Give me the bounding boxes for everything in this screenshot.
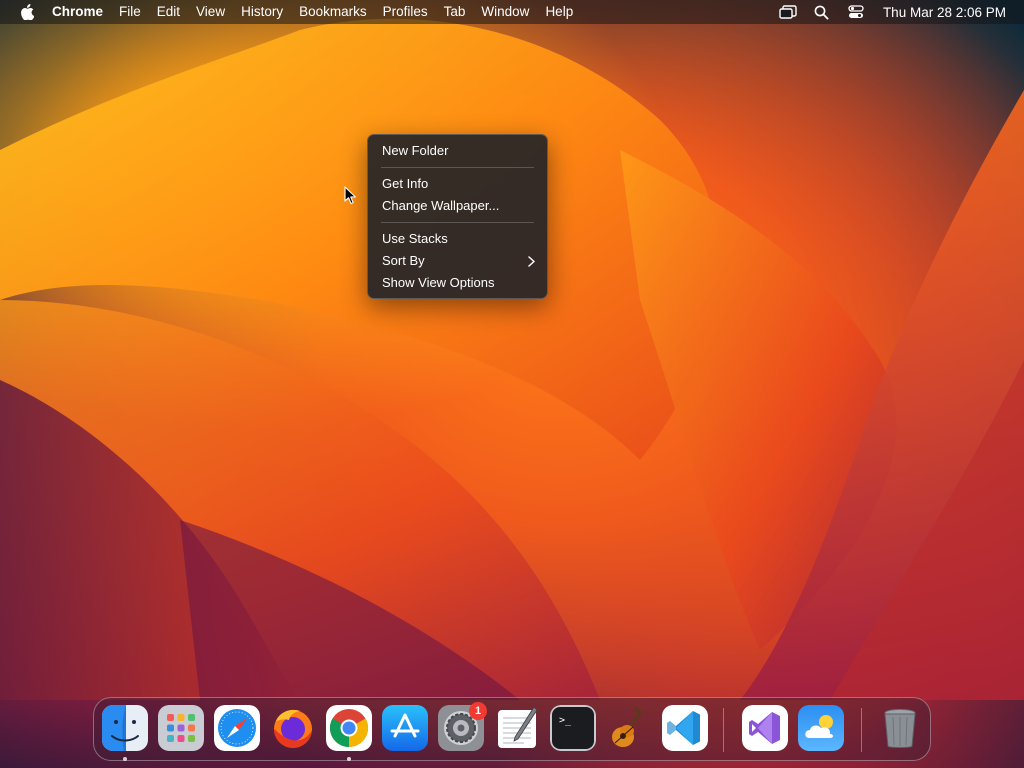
firefox-icon[interactable] xyxy=(270,705,316,751)
dock-separator xyxy=(723,708,724,752)
dock-separator xyxy=(861,708,862,752)
menu-item-show-view-options[interactable]: Show View Options xyxy=(368,272,547,294)
menu-help[interactable]: Help xyxy=(537,0,581,24)
menu-item-get-info[interactable]: Get Info xyxy=(368,173,547,195)
textedit-icon[interactable] xyxy=(494,705,540,751)
menu-edit[interactable]: Edit xyxy=(149,0,188,24)
finder-running-indicator xyxy=(123,757,127,761)
finder-icon[interactable] xyxy=(102,705,148,751)
notification-badge: 1 xyxy=(469,702,487,720)
trash-icon[interactable] xyxy=(877,705,923,751)
screen-mirroring-icon[interactable] xyxy=(777,0,799,24)
mouse-pointer-icon xyxy=(344,186,357,205)
chrome-icon[interactable] xyxy=(326,705,372,751)
desktop-wallpaper[interactable] xyxy=(0,0,1024,768)
chrome-running-indicator xyxy=(347,757,351,761)
menu-profiles[interactable]: Profiles xyxy=(375,0,436,24)
terminal-icon[interactable]: >_ xyxy=(550,705,596,751)
vscode-icon[interactable] xyxy=(662,705,708,751)
chevron-right-icon xyxy=(528,250,535,272)
menu-item-use-stacks[interactable]: Use Stacks xyxy=(368,228,547,250)
menu-view[interactable]: View xyxy=(188,0,233,24)
terminal-prompt: >_ xyxy=(559,715,572,726)
menubar-clock[interactable]: Thu Mar 28 2:06 PM xyxy=(873,5,1024,20)
launchpad-icon[interactable] xyxy=(158,705,204,751)
menu-app-name[interactable]: Chrome xyxy=(52,0,111,24)
menu-separator xyxy=(381,222,534,223)
visual-studio-icon[interactable] xyxy=(742,705,788,751)
menu-item-sort-by-label: Sort By xyxy=(382,253,425,268)
apple-logo-icon[interactable] xyxy=(18,3,36,21)
control-center-icon[interactable] xyxy=(845,0,867,24)
spotlight-search-icon[interactable] xyxy=(811,0,833,24)
menu-tab[interactable]: Tab xyxy=(436,0,474,24)
menu-item-new-folder[interactable]: New Folder xyxy=(368,140,547,162)
garageband-icon[interactable] xyxy=(606,705,652,751)
menu-separator xyxy=(381,167,534,168)
menu-bar: Chrome File Edit View History Bookmarks … xyxy=(0,0,1024,24)
wallpaper-petals xyxy=(0,18,1024,700)
weather-icon[interactable] xyxy=(798,705,844,751)
dock: 1 >_ xyxy=(93,697,931,761)
desktop-context-menu: New Folder Get Info Change Wallpaper... … xyxy=(367,134,548,299)
safari-icon[interactable] xyxy=(214,705,260,751)
menu-bookmarks[interactable]: Bookmarks xyxy=(291,0,375,24)
menu-item-sort-by[interactable]: Sort By xyxy=(368,250,547,272)
menubar-status-area: Thu Mar 28 2:06 PM xyxy=(771,0,1024,24)
menu-item-change-wallpaper[interactable]: Change Wallpaper... xyxy=(368,195,547,217)
menu-window[interactable]: Window xyxy=(473,0,537,24)
menu-file[interactable]: File xyxy=(111,0,149,24)
app-store-icon[interactable] xyxy=(382,705,428,751)
menu-history[interactable]: History xyxy=(233,0,291,24)
